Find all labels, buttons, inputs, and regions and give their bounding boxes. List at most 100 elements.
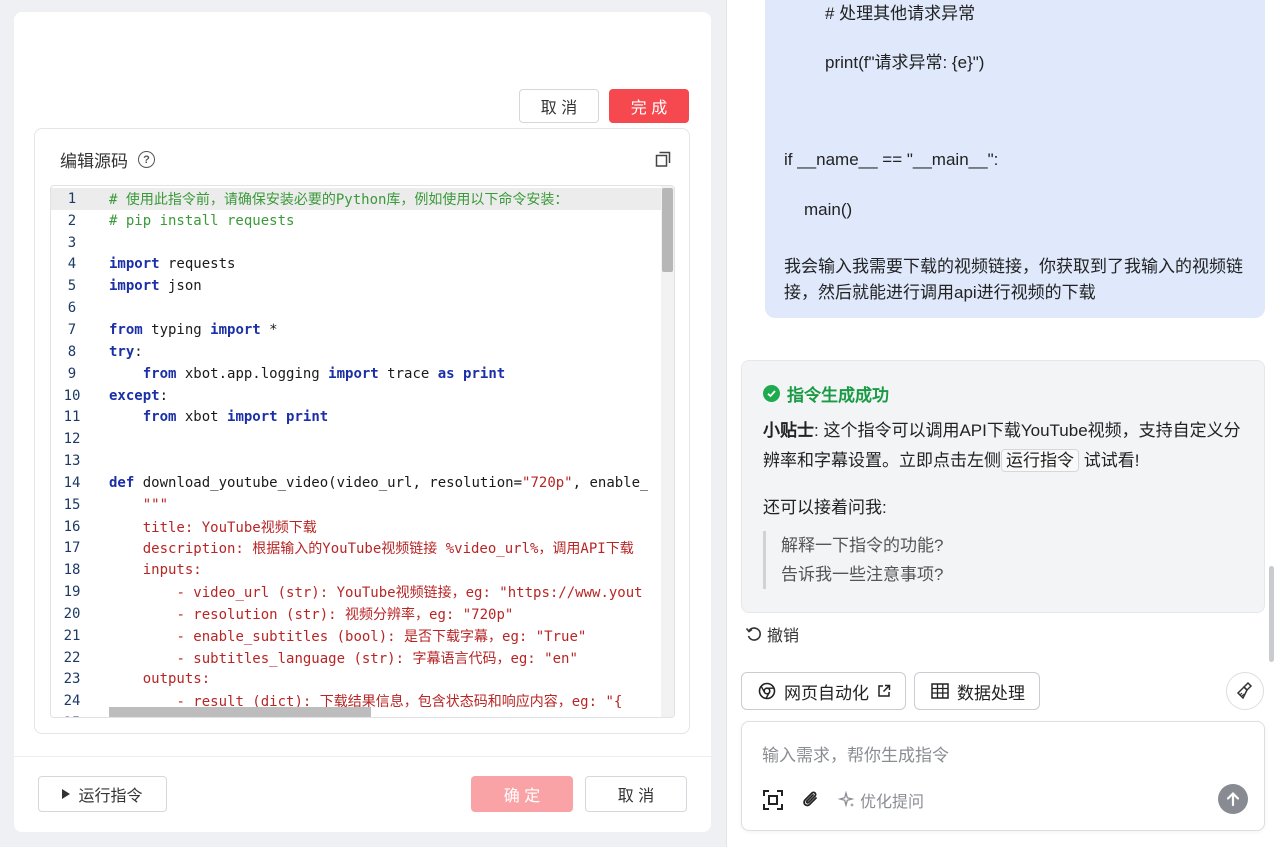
web-automation-button[interactable]: 网页自动化 [741, 672, 906, 710]
line-number: 17 [63, 540, 81, 557]
chat-scrollbar[interactable] [1269, 566, 1274, 662]
code-line[interactable]: 11 from xbot import print [51, 406, 674, 428]
optimize-question-button[interactable]: 优化提问 [838, 788, 924, 812]
line-number: 6 [67, 300, 77, 317]
user-message-line: 我会输入我需要下载的视频链接，你获取到了我输入的视频链 [784, 257, 1243, 276]
line-number: 16 [63, 518, 81, 535]
confirm-button[interactable]: 确 定 [471, 776, 573, 812]
footer-divider [14, 756, 711, 757]
code-line[interactable]: 8 try: [51, 341, 674, 363]
code-line[interactable]: 7 from typing import * [51, 319, 674, 341]
code-line[interactable]: 16 title: YouTube视频下载 [51, 516, 674, 538]
data-processing-button[interactable]: 数据处理 [914, 672, 1040, 710]
code-text: try: [109, 343, 143, 360]
code-line[interactable]: 18 inputs: [51, 559, 674, 581]
cancel-button[interactable]: 取 消 [585, 776, 687, 812]
code-line[interactable]: 20 - resolution (str): 视频分辨率，eg: "720p" [51, 603, 674, 625]
code-line[interactable]: 22 - subtitles_language (str): 字幕语言代码，eg… [51, 647, 674, 669]
top-done-button[interactable]: 完 成 [609, 89, 689, 123]
code-text: import json [109, 278, 202, 295]
code-line[interactable]: 10 except: [51, 385, 674, 407]
code-line[interactable]: 5 import json [51, 275, 674, 297]
code-text: # 使用此指令前，请确保安装必要的Python库，例如使用以下命令安装： [109, 191, 569, 208]
code-line[interactable]: 3 [51, 232, 674, 254]
vertical-scrollbar[interactable] [662, 188, 673, 272]
line-number: 18 [63, 562, 81, 579]
screenshot-icon[interactable] [762, 789, 784, 811]
user-message-line: # 处理其他请求异常 [825, 4, 976, 23]
code-text: description: 根据输入的YouTube视频链接 %video_url… [142, 541, 634, 558]
code-editor[interactable]: 1 # 使用此指令前，请确保安装必要的Python库，例如使用以下命令安装： 2 # … [50, 185, 675, 718]
follow-up-label: 还可以接着问我: [763, 498, 887, 517]
code-line[interactable]: 4 import requests [51, 254, 674, 276]
code-line[interactable]: 23 outputs: [51, 669, 674, 691]
code-text: from xbot.app.logging import trace as pr… [142, 365, 506, 382]
copy-icon[interactable] [655, 151, 671, 167]
browser-icon [758, 682, 776, 700]
user-message-line: if __name__ == "__main__": [784, 150, 999, 169]
suggestion-item[interactable]: 解释一下指令的功能? [781, 531, 943, 560]
code-text: def download_youtube_video(video_url, re… [109, 474, 649, 491]
line-number: 12 [63, 431, 81, 448]
user-message-bubble: # 处理其他请求异常 print(f"请求异常: {e}") if __name… [765, 0, 1265, 318]
code-text: # pip install requests [109, 212, 295, 229]
suggestion-list: 解释一下指令的功能? 告诉我一些注意事项? [763, 531, 943, 589]
run-command-button[interactable]: 运行指令 [38, 776, 167, 812]
source-editor-card: 编辑源码 ? 1 # 使用此指令前，请确保安装必要的Python库，例如使用以下命… [34, 128, 690, 734]
tip-body-end: 试试看! [1079, 451, 1140, 470]
input-tools: 优化提问 [762, 788, 924, 812]
line-number: 11 [63, 409, 81, 426]
tip-label: 小贴士 [763, 421, 814, 440]
code-line[interactable]: 1 # 使用此指令前，请确保安装必要的Python库，例如使用以下命令安装： [51, 188, 674, 210]
line-number: 13 [63, 453, 81, 470]
code-text: - enable_subtitles (bool): 是否下载字幕，eg: "T… [176, 628, 587, 645]
code-text: - resolution (str): 视频分辨率，eg: "720p" [176, 606, 514, 623]
line-number: 5 [67, 278, 77, 295]
chat-panel: # 处理其他请求异常 print(f"请求异常: {e}") if __name… [727, 0, 1280, 847]
code-line[interactable]: 12 [51, 428, 674, 450]
editor-dialog: 取 消 完 成 编辑源码 ? 1 # 使用此指令前，请确保安装必要的Python库… [14, 12, 711, 832]
undo-icon [745, 627, 761, 641]
run-command-link[interactable]: 运行指令 [1001, 449, 1079, 472]
chat-input[interactable] [762, 746, 1242, 766]
top-cancel-button[interactable]: 取 消 [519, 89, 599, 123]
code-line[interactable]: 2 # pip install requests [51, 210, 674, 232]
line-number: 22 [63, 649, 81, 666]
arrow-up-icon [1226, 791, 1240, 807]
send-button[interactable] [1218, 784, 1248, 814]
code-line[interactable]: 15 """ [51, 494, 674, 516]
code-line[interactable]: 14 def download_youtube_video(video_url, … [51, 472, 674, 494]
code-line[interactable]: 21 - enable_subtitles (bool): 是否下载字幕，eg:… [51, 625, 674, 647]
code-text: - subtitles_language (str): 字幕语言代码，eg: "… [176, 650, 578, 667]
line-number: 24 [63, 693, 81, 710]
line-number: 20 [63, 605, 81, 622]
chat-input-card: 优化提问 [741, 721, 1265, 831]
suggestion-item[interactable]: 告诉我一些注意事项? [781, 560, 943, 589]
horizontal-scrollbar[interactable] [109, 707, 371, 717]
code-line[interactable]: 19 - video_url (str): YouTube视频链接，eg: "h… [51, 581, 674, 603]
run-command-label: 运行指令 [78, 788, 143, 805]
success-title: 指令生成成功 [787, 386, 889, 405]
line-number: 7 [67, 321, 77, 338]
assistant-response-card: 指令生成成功 小贴士: 这个指令可以调用API下载YouTube视频，支持自定义… [741, 360, 1265, 613]
web-automation-label: 网页自动化 [784, 683, 869, 703]
attachment-icon[interactable] [800, 789, 822, 811]
code-line[interactable]: 9 from xbot.app.logging import trace as … [51, 363, 674, 385]
line-number: 25 [51, 715, 93, 717]
editor-header: 编辑源码 ? [60, 147, 155, 172]
play-icon [62, 789, 71, 799]
user-message-line: 接，然后就能进行调用api进行视频的下载 [784, 283, 1096, 302]
code-line[interactable]: 13 [51, 450, 674, 472]
clear-context-button[interactable] [1226, 672, 1264, 710]
code-line[interactable]: 6 [51, 297, 674, 319]
help-icon[interactable]: ? [138, 151, 155, 168]
line-number: 4 [67, 256, 77, 273]
top-actions: 取 消 完 成 [519, 89, 689, 123]
code-text: """ [142, 496, 169, 513]
undo-button[interactable]: 撤销 [745, 622, 799, 646]
line-number: 21 [63, 627, 81, 644]
line-number: 15 [63, 496, 81, 513]
line-number: 3 [67, 234, 77, 251]
code-line[interactable]: 17 description: 根据输入的YouTube视频链接 %video_… [51, 538, 674, 560]
line-number: 23 [63, 671, 81, 688]
